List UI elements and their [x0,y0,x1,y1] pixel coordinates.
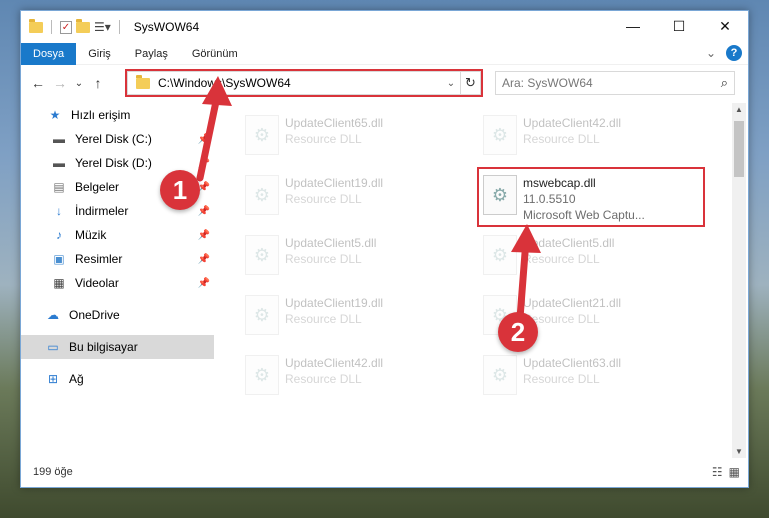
window-title: SysWOW64 [133,20,200,34]
dll-file-icon: ⚙ [245,235,279,275]
navigation-bar: ← → ⌄ ↑ C:\Windows\SysWOW64 ⌄ ↻ Ara: Sys… [21,65,748,101]
dll-file-icon: ⚙ [245,115,279,155]
scroll-down-icon[interactable]: ▼ [732,447,746,456]
folder-icon [29,18,43,33]
cloud-icon: ☁ [47,308,59,322]
file-item[interactable]: ⚙ UpdateClient63.dll Resource DLL [479,349,709,409]
quick-access-toolbar: ✓ ☰▾ [21,18,124,34]
pin-icon[interactable]: 📌 [198,254,210,265]
dll-file-icon: ⚙ [245,295,279,335]
documents-icon: ▤ [53,180,65,194]
pictures-icon: ▣ [53,252,65,266]
file-item[interactable]: ⚙ UpdateClient5.dll Resource DLL [479,229,709,289]
sidebar-item-this-pc[interactable]: ▭ Bu bilgisayar [21,335,214,359]
expand-ribbon-icon[interactable]: ⌄ [706,46,716,60]
star-icon: ★ [49,108,61,122]
file-item[interactable]: ⚙ UpdateClient19.dll Resource DLL [241,169,471,229]
new-folder-icon[interactable] [76,18,90,33]
sidebar-item-pictures[interactable]: ▣ Resimler 📌 [21,247,214,271]
vertical-scrollbar[interactable]: ▲ ▼ [732,103,746,458]
folder-icon [136,74,150,89]
address-path[interactable]: C:\Windows\SysWOW64 [158,76,442,90]
recent-locations-button[interactable]: ⌄ [71,78,87,89]
explorer-window: ✓ ☰▾ SysWOW64 — ☐ ✕ Dosya Giriş Paylaş G… [20,10,749,488]
close-button[interactable]: ✕ [702,11,748,41]
drive-icon: ▬ [53,156,65,170]
sidebar-item-network[interactable]: ⊞ Ağ [21,367,214,391]
tab-home[interactable]: Giriş [76,43,123,65]
search-box[interactable]: Ara: SysWOW64 ⌕ [495,71,735,95]
window-controls: — ☐ ✕ [610,11,748,41]
customize-toolbar-icon[interactable]: ☰▾ [94,20,111,34]
computer-icon: ▭ [47,340,59,354]
file-list: ⚙ UpdateClient65.dll Resource DLL ⚙ Updat… [221,103,731,458]
pin-icon[interactable]: 📌 [198,158,210,169]
dll-file-icon: ⚙ [245,355,279,395]
pin-icon[interactable]: 📌 [198,206,210,217]
sidebar-quick-access[interactable]: ★ Hızlı erişim [21,103,214,127]
dll-file-icon: ⚙ [483,235,517,275]
file-item[interactable]: ⚙ UpdateClient65.dll Resource DLL [241,109,471,169]
maximize-button[interactable]: ☐ [656,11,702,41]
help-icon[interactable]: ? [726,45,742,61]
title-bar: ✓ ☰▾ SysWOW64 — ☐ ✕ [21,11,748,43]
pin-icon[interactable]: 📌 [198,134,210,145]
downloads-icon: ↓ [56,204,62,218]
file-item-mswebcap[interactable]: ⚙ mswebcap.dll 11.0.5510 Microsoft Web C… [479,169,709,229]
step-1-badge: 1 [160,170,200,210]
large-icons-view-icon[interactable]: ▦ [729,465,740,479]
dll-file-icon: ⚙ [245,175,279,215]
file-item[interactable]: ⚙ UpdateClient42.dll Resource DLL [241,349,471,409]
file-item[interactable]: ⚙ UpdateClient5.dll Resource DLL [241,229,471,289]
tab-share[interactable]: Paylaş [123,43,180,65]
item-count: 199 öğe [33,466,73,478]
search-input[interactable]: Ara: SysWOW64 [502,76,593,90]
pin-icon[interactable]: 📌 [198,278,210,289]
drive-icon: ▬ [53,132,65,146]
forward-button[interactable]: → [49,75,71,91]
network-icon: ⊞ [47,372,59,386]
navigation-pane: ★ Hızlı erişim ▬ Yerel Disk (C:) 📌 ▬ Yer… [21,103,214,458]
scrollbar-thumb[interactable] [734,121,744,177]
ribbon-tabs: Dosya Giriş Paylaş Görünüm ⌄ ? [21,42,748,65]
refresh-button[interactable]: ↻ [460,72,480,94]
back-button[interactable]: ← [27,75,49,91]
tab-view[interactable]: Görünüm [180,43,250,65]
sidebar-item-onedrive[interactable]: ☁ OneDrive [21,303,214,327]
tab-file[interactable]: Dosya [21,42,77,65]
properties-check-icon[interactable]: ✓ [60,20,72,34]
minimize-button[interactable]: — [610,11,656,41]
address-dropdown-icon[interactable]: ⌄ [442,78,460,89]
music-icon: ♪ [56,228,62,242]
sidebar-item-videos[interactable]: ▦ Videolar 📌 [21,271,214,295]
details-view-icon[interactable]: ☷ [712,465,723,479]
file-item[interactable]: ⚙ UpdateClient42.dll Resource DLL [479,109,709,169]
status-bar: 199 öğe ☷ ▦ [21,457,748,487]
videos-icon: ▦ [53,276,65,290]
dll-file-icon: ⚙ [483,115,517,155]
sidebar-item-music[interactable]: ♪ Müzik 📌 [21,223,214,247]
address-bar[interactable]: C:\Windows\SysWOW64 ⌄ ↻ [127,71,481,95]
sidebar-item-drive-c[interactable]: ▬ Yerel Disk (C:) 📌 [21,127,214,151]
scroll-up-icon[interactable]: ▲ [732,105,746,114]
file-item[interactable]: ⚙ UpdateClient19.dll Resource DLL [241,289,471,349]
pin-icon[interactable]: 📌 [198,230,210,241]
search-icon[interactable]: ⌕ [721,75,728,91]
dll-file-icon: ⚙ [483,175,517,215]
dll-file-icon: ⚙ [483,355,517,395]
up-button[interactable]: ↑ [87,75,109,91]
step-2-badge: 2 [498,312,538,352]
